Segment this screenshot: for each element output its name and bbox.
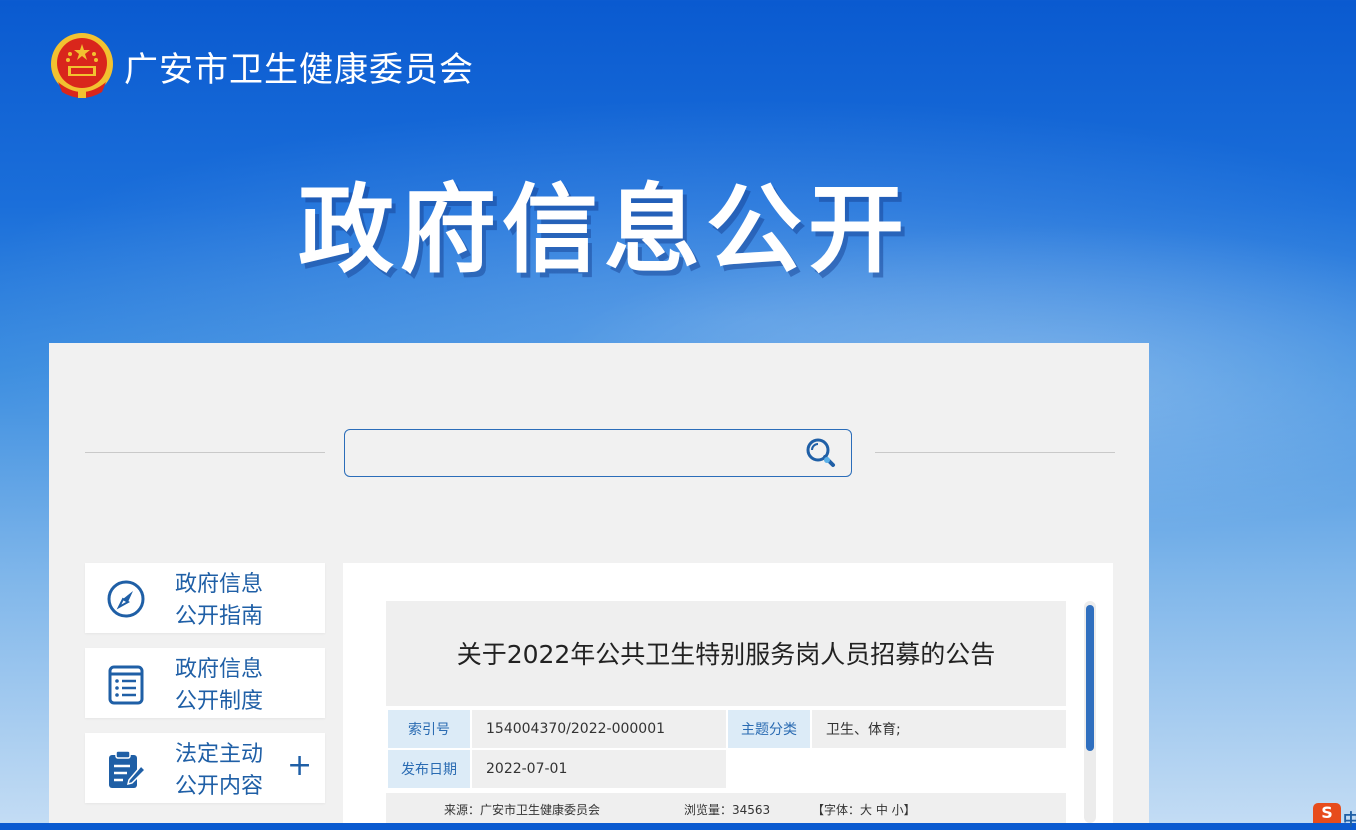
- sidebar-label-line2: 公开制度: [175, 689, 264, 714]
- sidebar-label-line1: 政府信息: [175, 572, 264, 597]
- sidebar-item-label: 政府信息 公开指南: [175, 569, 285, 633]
- sidebar-label-line2: 公开内容: [175, 774, 264, 799]
- divider-right: [875, 452, 1115, 453]
- scrollbar-thumb[interactable]: [1086, 605, 1094, 751]
- sogou-ime-icon[interactable]: S: [1313, 803, 1341, 823]
- index-label: 索引号: [388, 710, 470, 748]
- sidebar-label-line1: 法定主动: [175, 742, 264, 767]
- article-title: 关于2022年公共卫生特别服务岗人员招募的公告: [456, 640, 996, 669]
- sidebar-label-line1: 政府信息: [175, 657, 264, 682]
- main-panel: 政府信息 公开指南 政府信息 公开制度 法定主动 公开内容 + 关于2022年公…: [49, 343, 1149, 823]
- banner-title: 政府信息公开: [298, 174, 910, 286]
- index-value: 154004370/2022-000001: [472, 710, 726, 748]
- article-meta-table: 索引号 154004370/2022-000001 主题分类 卫生、体育; 发布…: [388, 710, 1066, 790]
- sidebar-item-label: 法定主动 公开内容: [175, 739, 285, 803]
- date-value: 2022-07-01: [472, 750, 726, 788]
- site-header: 广安市卫生健康委员会: [48, 28, 474, 104]
- sidebar-label-line2: 公开指南: [175, 604, 264, 629]
- meta-row: 索引号 154004370/2022-000001 主题分类 卫生、体育;: [388, 710, 1066, 748]
- article-content: 关于2022年公共卫生特别服务岗人员招募的公告 索引号 154004370/20…: [343, 563, 1113, 823]
- topic-label: 主题分类: [728, 710, 810, 748]
- date-label: 发布日期: [388, 750, 470, 788]
- sidebar-item-statutory[interactable]: 法定主动 公开内容 +: [85, 733, 325, 803]
- views-count: 浏览量：34563: [684, 803, 771, 817]
- topic-value: 卫生、体育;: [812, 710, 1066, 748]
- clipboard-pen-icon: [105, 748, 147, 790]
- divider-left: [85, 452, 325, 453]
- search-input[interactable]: [355, 438, 779, 470]
- source-text: 来源：广安市卫生健康委员会: [444, 803, 601, 817]
- search-box: [344, 429, 852, 477]
- article-header: 关于2022年公共卫生特别服务岗人员招募的公告: [386, 601, 1066, 706]
- scrollbar[interactable]: [1084, 601, 1096, 823]
- sidebar-item-system[interactable]: 政府信息 公开制度: [85, 648, 325, 718]
- list-document-icon: [105, 663, 147, 705]
- sidebar-item-guide[interactable]: 政府信息 公开指南: [85, 563, 325, 633]
- sidebar: 政府信息 公开指南 政府信息 公开制度 法定主动 公开内容 +: [85, 563, 325, 818]
- site-title[interactable]: 广安市卫生健康委员会: [124, 42, 474, 91]
- font-size-switcher[interactable]: 【字体：大 中 小】: [812, 801, 916, 818]
- meta-row: 发布日期 2022-07-01: [388, 750, 1066, 788]
- search-icon[interactable]: [803, 436, 839, 472]
- source-bar: 来源：广安市卫生健康委员会 浏览量：34563 【字体：大 中 小】: [386, 793, 1066, 823]
- compass-icon: [105, 578, 147, 620]
- ime-mode-text[interactable]: 中: [1343, 806, 1356, 830]
- national-emblem-icon[interactable]: [48, 30, 116, 102]
- sidebar-item-label: 政府信息 公开制度: [175, 654, 285, 718]
- expand-plus-icon[interactable]: +: [287, 751, 312, 781]
